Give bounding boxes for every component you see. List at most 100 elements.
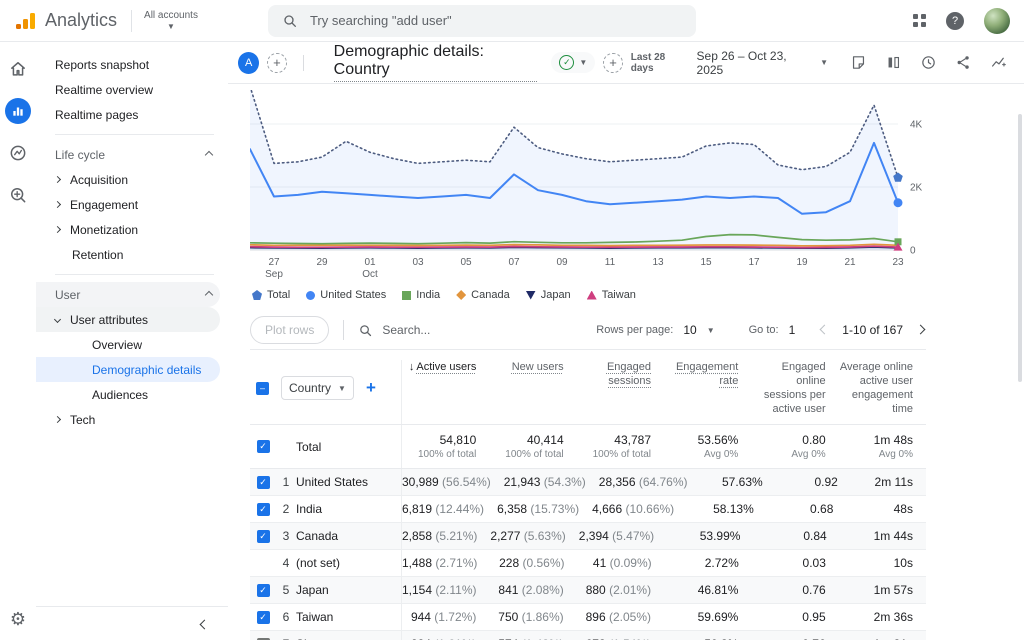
metric-cell: 41 (0.09%) bbox=[578, 556, 665, 570]
row-country: Canada bbox=[296, 523, 402, 549]
sidebar-item-acquisition[interactable]: Acquisition bbox=[36, 167, 228, 192]
chevron-down-icon: ▼ bbox=[579, 58, 587, 67]
user-avatar[interactable] bbox=[984, 8, 1010, 34]
sort-descending-icon: ↓ bbox=[409, 361, 415, 373]
report-title[interactable]: Demographic details: Country bbox=[334, 43, 538, 82]
legend-item-taiwan: Taiwan bbox=[587, 289, 636, 301]
legend-item-japan: Japan bbox=[526, 289, 571, 301]
reports-icon[interactable] bbox=[5, 98, 31, 124]
insights-sparkle-icon[interactable] bbox=[990, 54, 1008, 71]
vertical-scrollbar[interactable] bbox=[1018, 114, 1022, 382]
select-all-checkbox[interactable]: – bbox=[256, 382, 269, 395]
report-status-badge[interactable]: ✓ ▼ bbox=[551, 52, 595, 73]
metric-cell: 6,358 (15.73%) bbox=[497, 502, 592, 516]
home-icon[interactable] bbox=[5, 56, 31, 82]
sidebar-item-audiences[interactable]: Audiences bbox=[36, 382, 228, 407]
row-checkbox[interactable]: ✓ bbox=[257, 476, 270, 489]
sidebar-section-user[interactable]: User bbox=[36, 282, 220, 307]
svg-text:Oct: Oct bbox=[362, 269, 378, 280]
report-body: 4K2K027Sep2901Oct0305070911131517192123 … bbox=[228, 84, 1024, 640]
plot-rows-button[interactable]: Plot rows bbox=[250, 316, 329, 344]
collapse-sidebar-icon[interactable] bbox=[199, 615, 210, 633]
column-header-engagement-rate[interactable]: Engagement rate bbox=[664, 360, 751, 388]
svg-text:05: 05 bbox=[460, 257, 472, 268]
metric-cell: 58.13% bbox=[687, 502, 767, 516]
apps-grid-icon[interactable] bbox=[913, 14, 926, 27]
comparison-icon[interactable] bbox=[885, 54, 902, 71]
go-to-value[interactable]: 1 bbox=[789, 323, 796, 337]
sidebar-item-reports-snapshot[interactable]: Reports snapshot bbox=[36, 52, 228, 77]
legend-item-canada: Canada bbox=[456, 289, 510, 301]
column-header-engaged-sessions-per-user[interactable]: Engaged online sessions per active user bbox=[751, 360, 838, 416]
row-checkbox[interactable]: ✓ bbox=[257, 503, 270, 516]
sidebar-item-engagement[interactable]: Engagement bbox=[36, 192, 228, 217]
row-checkbox[interactable]: ✓ bbox=[257, 530, 270, 543]
global-search-input[interactable] bbox=[310, 13, 630, 28]
metric-cell: 2,394 (5.47%) bbox=[579, 529, 667, 543]
rows-per-page-value[interactable]: 10 bbox=[683, 323, 696, 337]
column-header-avg-engagement-time[interactable]: Average online active user engagement ti… bbox=[839, 360, 926, 416]
row-country: Singapore bbox=[296, 631, 402, 640]
help-icon[interactable]: ? bbox=[946, 12, 964, 30]
metric-cell: 1m 44s bbox=[840, 529, 926, 543]
chevron-down-icon[interactable]: ▼ bbox=[707, 326, 715, 335]
row-index: 5 bbox=[276, 583, 296, 597]
account-switcher-label: All accounts bbox=[144, 10, 198, 21]
row-country: (not set) bbox=[296, 550, 402, 576]
sidebar-item-overview[interactable]: Overview bbox=[36, 332, 228, 357]
notes-icon[interactable] bbox=[850, 54, 867, 71]
insights-clock-icon[interactable] bbox=[920, 54, 937, 71]
sidebar-item-retention[interactable]: Retention bbox=[36, 242, 228, 267]
chevron-up-icon bbox=[205, 150, 213, 158]
svg-text:03: 03 bbox=[412, 257, 424, 268]
property-avatar[interactable]: A bbox=[238, 52, 259, 74]
next-page-icon[interactable] bbox=[915, 322, 926, 338]
table-row: 4 (not set) 1,488 (2.71%)228 (0.56%)41 (… bbox=[250, 550, 926, 577]
search-icon bbox=[282, 13, 298, 29]
sidebar-section-life-cycle[interactable]: Life cycle bbox=[36, 142, 228, 167]
date-preset-label: Last 28 days bbox=[631, 52, 689, 74]
total-row-checkbox[interactable]: ✓ bbox=[257, 440, 270, 453]
metric-cell: 28,356 (64.76%) bbox=[599, 475, 701, 489]
account-switcher[interactable]: All accounts ▼ bbox=[144, 10, 198, 32]
global-search[interactable] bbox=[268, 5, 696, 37]
sidebar-item-demographic-details[interactable]: Demographic details bbox=[36, 357, 220, 382]
sidebar-item-monetization[interactable]: Monetization bbox=[36, 217, 228, 242]
add-report-icon[interactable]: + bbox=[603, 53, 622, 73]
column-header-active-users[interactable]: ↓Active users bbox=[402, 360, 489, 374]
sidebar-item-tech[interactable]: Tech bbox=[36, 407, 228, 432]
row-checkbox[interactable]: ✓ bbox=[257, 584, 270, 597]
sidebar-item-realtime-pages[interactable]: Realtime pages bbox=[36, 102, 228, 127]
svg-text:15: 15 bbox=[700, 257, 712, 268]
dimension-selector[interactable]: Country ▼ bbox=[281, 376, 354, 400]
add-tab-icon[interactable]: + bbox=[267, 53, 286, 73]
date-range-picker[interactable]: Last 28 days Sep 26 – Oct 23, 2025 ▼ bbox=[631, 49, 828, 77]
row-index: 4 bbox=[276, 556, 296, 570]
share-icon[interactable] bbox=[955, 54, 972, 71]
divider bbox=[55, 134, 214, 135]
table-search[interactable] bbox=[358, 323, 542, 338]
divider bbox=[55, 274, 214, 275]
chevron-down-icon bbox=[54, 316, 61, 323]
sidebar-item-realtime-overview[interactable]: Realtime overview bbox=[36, 77, 228, 102]
table-total-row: ✓ Total 54,810100% of total 40,414100% o… bbox=[250, 425, 926, 469]
explore-icon[interactable] bbox=[5, 140, 31, 166]
sidebar-item-user-attributes[interactable]: User attributes bbox=[36, 307, 220, 332]
chart-legend: Total United States India Canada Japan T… bbox=[252, 287, 1024, 303]
advertising-icon[interactable] bbox=[5, 182, 31, 208]
report-content: A + Demographic details: Country ✓ ▼ + L… bbox=[228, 42, 1024, 640]
add-dimension-icon[interactable]: + bbox=[366, 378, 376, 398]
row-checkbox[interactable]: ✓ bbox=[257, 611, 270, 624]
column-header-engaged-sessions[interactable]: Engaged sessions bbox=[577, 360, 664, 388]
pagination-range: 1-10 of 167 bbox=[842, 323, 903, 337]
chevron-up-icon bbox=[205, 290, 213, 298]
column-header-new-users[interactable]: New users bbox=[489, 360, 576, 374]
check-icon: ✓ bbox=[559, 55, 574, 70]
chevron-right-icon bbox=[54, 416, 61, 423]
admin-gear-icon[interactable]: ⚙ bbox=[10, 610, 26, 628]
metric-cell: 750 (1.86%) bbox=[489, 610, 576, 624]
previous-page-icon[interactable] bbox=[819, 322, 830, 338]
svg-text:29: 29 bbox=[316, 257, 328, 268]
table-search-input[interactable] bbox=[382, 323, 542, 337]
svg-text:17: 17 bbox=[748, 257, 760, 268]
